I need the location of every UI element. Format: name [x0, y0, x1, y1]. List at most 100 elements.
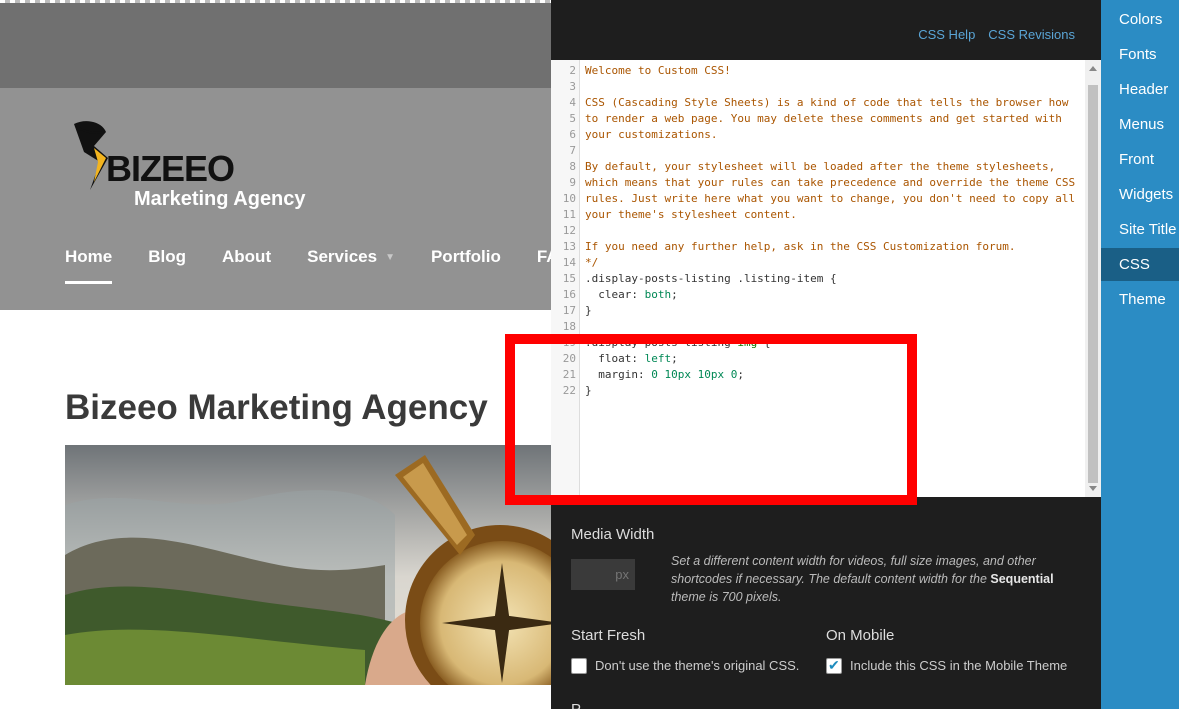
code-text: rules. Just write here what you want to …	[580, 191, 1080, 207]
code-line[interactable]: 18	[551, 319, 1083, 335]
nav-item-portfolio[interactable]: Portfolio	[431, 247, 501, 283]
media-width-input[interactable]	[571, 559, 635, 590]
media-width-description: Set a different content width for videos…	[671, 552, 1076, 606]
code-text: your customizations.	[580, 127, 1080, 143]
code-line[interactable]: 10 rules. Just write here what you want t…	[551, 191, 1083, 207]
code-token: ;	[671, 288, 678, 301]
code-text: If you need any further help, ask in the…	[580, 239, 1080, 255]
code-line[interactable]: 13 If you need any further help, ask in t…	[551, 239, 1083, 255]
code-line[interactable]: 11 your theme's stylesheet content.	[551, 207, 1083, 223]
line-number: 2	[569, 64, 576, 77]
line-number: 13	[562, 240, 576, 253]
nav-item-label: About	[222, 247, 272, 266]
code-line[interactable]: 6 your customizations.	[551, 127, 1083, 143]
code-token: .display-posts-listing .listing-item {	[585, 272, 837, 285]
code-token: CSS (Cascading Style Sheets) is a kind o…	[585, 96, 1069, 109]
line-number: 5	[569, 112, 576, 125]
line-number: 12	[562, 224, 576, 237]
menu-item-front[interactable]: Front	[1101, 143, 1179, 176]
hero-image	[65, 445, 555, 685]
cut-off-section-label: P...	[571, 701, 592, 709]
site-nav: Home Blog About Services ▼ Portfolio FA	[65, 247, 595, 284]
menu-item-site-title[interactable]: Site Title	[1101, 213, 1179, 246]
code-text: By default, your stylesheet will be load…	[580, 159, 1080, 175]
editor-scrollbar[interactable]	[1085, 60, 1101, 497]
customizer-menu: Colors Fonts Header Menus Front Widgets Site T…	[1101, 0, 1179, 709]
nav-item-blog[interactable]: Blog	[148, 247, 186, 283]
code-line[interactable]: 15 .display-posts-listing .listing-item {	[551, 271, 1083, 287]
code-token: clear:	[585, 288, 645, 301]
code-line[interactable]: 8 By default, your stylesheet will be loa…	[551, 159, 1083, 175]
panel-links: CSS Help CSS Revisions	[918, 27, 1075, 42]
code-token: which means that your rules can take pre…	[585, 176, 1076, 189]
code-token: }	[585, 304, 592, 317]
line-number: 18	[562, 320, 576, 333]
code-text: Welcome to Custom CSS!	[580, 63, 1080, 79]
code-token: */	[585, 256, 599, 269]
line-number: 14	[562, 256, 576, 269]
code-text: CSS (Cascading Style Sheets) is a kind o…	[580, 95, 1080, 111]
nav-item-label: Portfolio	[430, 247, 501, 266]
menu-item-fonts[interactable]: Fonts	[1101, 38, 1179, 71]
line-number: 8	[569, 160, 576, 173]
code-text: */	[580, 255, 1080, 271]
scroll-down-arrow-icon[interactable]	[1089, 486, 1097, 491]
code-line[interactable]: 3	[551, 79, 1083, 95]
line-number: 11	[562, 208, 576, 221]
page-title: Bizeeo Marketing Agency	[65, 388, 488, 427]
nav-item-label: Blog	[148, 247, 187, 266]
code-line[interactable]: 14 */	[551, 255, 1083, 271]
code-line[interactable]: 4 CSS (Cascading Style Sheets) is a kind …	[551, 95, 1083, 111]
code-line[interactable]: 7	[551, 143, 1083, 159]
code-text: which means that your rules can take pre…	[580, 175, 1080, 191]
code-line[interactable]: 9 which means that your rules can take pr…	[551, 175, 1083, 191]
code-token: By default, your stylesheet will be load…	[585, 160, 1056, 173]
nav-item-label: Home	[65, 247, 113, 266]
code-line[interactable]: 2 Welcome to Custom CSS!	[551, 63, 1083, 79]
start-fresh-checkbox-label[interactable]: Don't use the theme's original CSS.	[595, 658, 799, 673]
menu-item-theme[interactable]: Theme	[1101, 283, 1179, 316]
on-mobile-label: On Mobile	[826, 627, 895, 644]
dropdown-caret-icon[interactable]: ▼	[385, 252, 395, 263]
annotation-highlight-box	[505, 334, 917, 505]
code-line[interactable]: 5 to render a web page. You may delete th…	[551, 111, 1083, 127]
css-help-link[interactable]: CSS Help	[918, 27, 975, 42]
media-width-label: Media Width	[571, 526, 655, 543]
menu-item-header[interactable]: Header	[1101, 73, 1179, 106]
nav-item-home[interactable]: Home	[65, 247, 113, 284]
scroll-up-arrow-icon[interactable]	[1089, 66, 1097, 71]
line-number: 16	[562, 288, 576, 301]
menu-item-css[interactable]: CSS	[1101, 248, 1179, 281]
nav-item-services[interactable]: Services ▼	[307, 247, 395, 283]
code-line[interactable]: 17}	[551, 303, 1083, 319]
logo-wordmark[interactable]: BIZEEO	[106, 148, 235, 190]
menu-item-menus[interactable]: Menus	[1101, 108, 1179, 141]
on-mobile-checkbox[interactable]	[826, 657, 842, 674]
code-token: Welcome to Custom CSS!	[585, 64, 731, 77]
line-number: 7	[569, 144, 576, 157]
code-text: clear: both;	[580, 287, 1080, 303]
start-fresh-checkbox[interactable]	[571, 658, 587, 674]
code-token: your customizations.	[585, 128, 718, 141]
code-line[interactable]: 12	[551, 223, 1083, 239]
css-revisions-link[interactable]: CSS Revisions	[988, 27, 1075, 42]
code-line[interactable]: 16 clear: both;	[551, 287, 1083, 303]
scroll-thumb[interactable]	[1088, 85, 1098, 483]
menu-item-widgets[interactable]: Widgets	[1101, 178, 1179, 211]
nav-item-label: Services	[307, 247, 378, 266]
line-number: 15	[562, 272, 576, 285]
menu-item-colors[interactable]: Colors	[1101, 3, 1179, 36]
code-text: your theme's stylesheet content.	[580, 207, 1080, 223]
media-width-desc-text: Set a different content width for videos…	[671, 554, 1036, 586]
code-text: }	[580, 303, 1080, 319]
line-number: 17	[562, 304, 576, 317]
nav-item-about[interactable]: About	[222, 247, 271, 283]
on-mobile-checkbox-label[interactable]: Include this CSS in the Mobile Theme	[850, 658, 1067, 673]
code-token: both	[644, 288, 672, 301]
line-number: 6	[569, 128, 576, 141]
code-token: rules. Just write here what you want to …	[585, 192, 1076, 205]
